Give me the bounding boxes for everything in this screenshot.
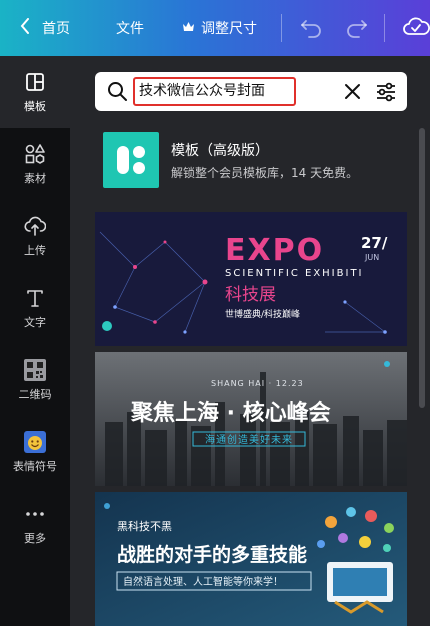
resize-button[interactable]: 调整尺寸 bbox=[182, 0, 257, 56]
rail-item-text[interactable]: 文字 bbox=[0, 272, 70, 344]
rail-label: 二维码 bbox=[18, 387, 52, 401]
blacktech-subtitle: 自然语言处理、人工智能等你来学！ bbox=[123, 575, 283, 588]
logo-icon bbox=[384, 361, 390, 367]
qrcode-icon bbox=[24, 358, 46, 381]
rail-item-templates[interactable]: 模板 bbox=[0, 56, 70, 128]
rail-label: 模板 bbox=[24, 99, 46, 113]
premium-title: 模板（高级版） bbox=[171, 143, 269, 159]
divider bbox=[384, 14, 385, 42]
filter-icon[interactable] bbox=[375, 81, 397, 103]
rail-label: 文字 bbox=[24, 315, 46, 329]
divider bbox=[281, 14, 282, 42]
upload-icon bbox=[24, 216, 46, 236]
crown-icon bbox=[182, 21, 195, 35]
blacktech-kicker: 黑科技不黑 bbox=[117, 519, 172, 533]
expo-title: EXPO bbox=[225, 233, 324, 268]
premium-logo-icon bbox=[103, 132, 159, 188]
template-icon bbox=[26, 72, 44, 91]
expo-subtitle: SCIENTIFIC EXHIBITI bbox=[225, 268, 364, 279]
cloud-saved-icon[interactable] bbox=[402, 14, 430, 40]
rail-label: 上传 bbox=[24, 243, 46, 257]
expo-date-month: JUN bbox=[364, 253, 379, 262]
resize-label: 调整尺寸 bbox=[201, 21, 257, 37]
home-label: 首页 bbox=[42, 21, 70, 37]
chevron-left-icon bbox=[20, 17, 30, 39]
home-button[interactable]: 首页 bbox=[20, 0, 70, 56]
shanghai-top-text: SHANG HAI · 12.23 bbox=[211, 379, 304, 388]
premium-subtitle: 解锁整个会员模板库，14 天免费。 bbox=[171, 166, 359, 180]
rail-item-qrcode[interactable]: 二维码 bbox=[0, 344, 70, 416]
rail-item-more[interactable]: 更多 bbox=[0, 488, 70, 560]
close-icon[interactable] bbox=[343, 82, 362, 101]
logo-icon bbox=[102, 321, 112, 331]
more-icon bbox=[26, 511, 44, 516]
search-input[interactable]: 技术微信公众号封面 bbox=[133, 77, 296, 106]
top-bar: 首页 文件 调整尺寸 bbox=[0, 0, 430, 56]
undo-icon[interactable] bbox=[300, 16, 322, 38]
rail-label: 表情符号 bbox=[13, 459, 57, 473]
emoji-icon bbox=[24, 430, 46, 453]
search-icon bbox=[107, 81, 128, 102]
templates-panel: 技术微信公众号封面 模板（高级版） 解锁整个会员模板库，14 天免费。 EXPO… bbox=[70, 56, 430, 626]
expo-date-day: 27/ bbox=[361, 234, 388, 252]
shanghai-title: 聚焦上海 · 核心峰会 bbox=[130, 400, 331, 426]
shanghai-subtitle: 海通创造美好未来 bbox=[205, 433, 293, 446]
rail-label: 素材 bbox=[24, 171, 46, 185]
premium-promo[interactable]: 模板（高级版） 解锁整个会员模板库，14 天免费。 bbox=[103, 132, 403, 188]
file-menu-button[interactable]: 文件 bbox=[116, 0, 144, 56]
rail-item-emoji[interactable]: 表情符号 bbox=[0, 416, 70, 488]
text-icon bbox=[27, 289, 43, 307]
template-card-expo[interactable]: EXPO 27/ JUN SCIENTIFIC EXHIBITI 科技展 世博盛… bbox=[95, 212, 407, 346]
left-rail: 模板 素材 上传 文字 二维码 表情符号 更多 bbox=[0, 56, 70, 626]
elements-icon bbox=[25, 143, 45, 164]
rail-item-elements[interactable]: 素材 bbox=[0, 128, 70, 200]
expo-cn-title: 科技展 bbox=[225, 285, 276, 305]
blacktech-title: 战胜的对手的多重技能 bbox=[117, 543, 307, 566]
template-card-blacktech[interactable]: 黑科技不黑 战胜的对手的多重技能 自然语言处理、人工智能等你来学！ bbox=[95, 492, 407, 626]
file-label: 文件 bbox=[116, 21, 144, 37]
template-card-shanghai[interactable]: SHANG HAI · 12.23 聚焦上海 · 核心峰会 海通创造美好未来 bbox=[95, 352, 407, 486]
rail-label: 更多 bbox=[24, 531, 46, 545]
expo-tagline: 世博盛典/科技巅峰 bbox=[225, 308, 300, 320]
rail-item-upload[interactable]: 上传 bbox=[0, 200, 70, 272]
logo-icon bbox=[104, 503, 110, 509]
scrollbar[interactable] bbox=[419, 128, 425, 408]
search-bar: 技术微信公众号封面 bbox=[95, 72, 407, 111]
redo-icon[interactable] bbox=[346, 16, 368, 38]
